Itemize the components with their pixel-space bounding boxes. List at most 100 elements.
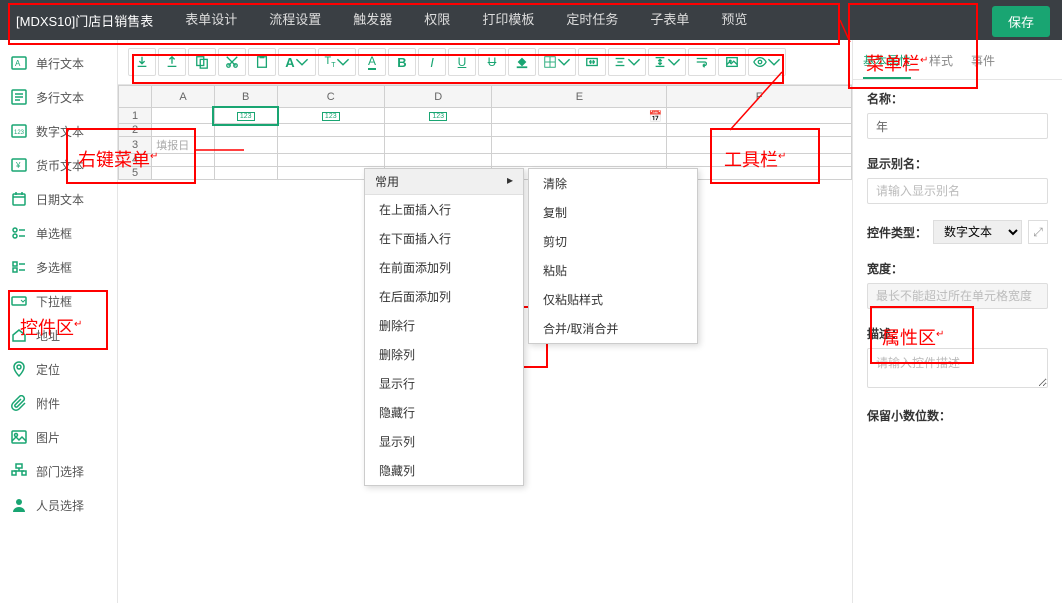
- cell[interactable]: [277, 137, 384, 154]
- ctrl-image[interactable]: 图片: [0, 420, 117, 454]
- cm-cut[interactable]: 剪切: [529, 227, 697, 256]
- cell[interactable]: [492, 124, 667, 137]
- cell[interactable]: [152, 154, 215, 167]
- cm-paste-style[interactable]: 仅粘贴样式: [529, 285, 697, 314]
- menu-print[interactable]: 打印模板: [466, 0, 550, 40]
- cell[interactable]: [667, 108, 852, 124]
- ctrl-location[interactable]: 定位: [0, 352, 117, 386]
- menu-form-design[interactable]: 表单设计: [169, 0, 253, 40]
- ctrl-radio[interactable]: 单选框: [0, 216, 117, 250]
- tool-merge[interactable]: [578, 48, 606, 76]
- corner-cell[interactable]: [119, 86, 152, 108]
- tool-valign[interactable]: [648, 48, 686, 76]
- tool-bold[interactable]: B: [388, 48, 416, 76]
- col-header-d[interactable]: D: [384, 86, 491, 108]
- cell[interactable]: [492, 154, 667, 167]
- tool-copy[interactable]: [188, 48, 216, 76]
- cm-copy[interactable]: 复制: [529, 198, 697, 227]
- cell[interactable]: [384, 137, 491, 154]
- ctrl-single-text[interactable]: A单行文本: [0, 46, 117, 80]
- save-button[interactable]: 保存: [992, 6, 1050, 37]
- tool-underline[interactable]: U: [448, 48, 476, 76]
- col-header-a[interactable]: A: [152, 86, 215, 108]
- context-menu-header[interactable]: 常用▸: [365, 169, 523, 195]
- row-header[interactable]: 1: [119, 108, 152, 124]
- ctrl-select[interactable]: 下拉框: [0, 284, 117, 318]
- cm-insert-col-after[interactable]: 在后面添加列: [365, 282, 523, 311]
- cm-paste[interactable]: 粘贴: [529, 256, 697, 285]
- menu-flow[interactable]: 流程设置: [253, 0, 337, 40]
- tab-basic[interactable]: 基本属性: [863, 44, 911, 79]
- prop-alias-input[interactable]: [867, 178, 1048, 204]
- tool-cut[interactable]: [218, 48, 246, 76]
- cell[interactable]: [384, 124, 491, 137]
- tool-halign[interactable]: [608, 48, 646, 76]
- tool-image[interactable]: [718, 48, 746, 76]
- cell[interactable]: 填报日: [152, 137, 215, 154]
- tool-paste[interactable]: [248, 48, 276, 76]
- menu-preview[interactable]: 预览: [705, 0, 763, 40]
- menu-subform[interactable]: 子表单: [634, 0, 705, 40]
- cm-show-col[interactable]: 显示列: [365, 427, 523, 456]
- ctrl-checkbox[interactable]: 多选框: [0, 250, 117, 284]
- cm-delete-col[interactable]: 删除列: [365, 340, 523, 369]
- cell[interactable]: 123: [277, 108, 384, 124]
- tool-italic[interactable]: I: [418, 48, 446, 76]
- cm-delete-row[interactable]: 删除行: [365, 311, 523, 340]
- cell[interactable]: [384, 154, 491, 167]
- cell[interactable]: [667, 137, 852, 154]
- cell[interactable]: [214, 137, 277, 154]
- cm-clear[interactable]: 清除: [529, 169, 697, 198]
- col-header-b[interactable]: B: [214, 86, 277, 108]
- tab-event[interactable]: 事件: [971, 44, 995, 79]
- tool-strike[interactable]: U: [478, 48, 506, 76]
- tool-wrap[interactable]: [688, 48, 716, 76]
- tool-fontsize[interactable]: TT: [318, 48, 356, 76]
- row-header[interactable]: 4: [119, 154, 152, 167]
- cell[interactable]: 📅: [492, 108, 667, 124]
- row-header[interactable]: 5: [119, 167, 152, 180]
- ctrl-date[interactable]: 日期文本: [0, 182, 117, 216]
- tool-font[interactable]: A: [278, 48, 316, 76]
- cm-insert-col-before[interactable]: 在前面添加列: [365, 253, 523, 282]
- ctrl-number[interactable]: 123数字文本: [0, 114, 117, 148]
- tool-export[interactable]: [158, 48, 186, 76]
- row-header[interactable]: 3: [119, 137, 152, 154]
- cm-insert-row-below[interactable]: 在下面插入行: [365, 224, 523, 253]
- cell[interactable]: [152, 108, 215, 124]
- cell[interactable]: [667, 124, 852, 137]
- cell[interactable]: [152, 124, 215, 137]
- cell[interactable]: [277, 124, 384, 137]
- lock-icon[interactable]: ⤢: [1028, 220, 1048, 244]
- ctrl-department[interactable]: 部门选择: [0, 454, 117, 488]
- cell[interactable]: 123: [214, 108, 277, 124]
- cm-merge[interactable]: 合并/取消合并: [529, 314, 697, 343]
- col-header-c[interactable]: C: [277, 86, 384, 108]
- ctrl-address[interactable]: 地址: [0, 318, 117, 352]
- col-header-f[interactable]: F: [667, 86, 852, 108]
- col-header-e[interactable]: E: [492, 86, 667, 108]
- cell[interactable]: [214, 124, 277, 137]
- tool-import[interactable]: [128, 48, 156, 76]
- cm-hide-col[interactable]: 隐藏列: [365, 456, 523, 485]
- cell[interactable]: 123: [384, 108, 491, 124]
- ctrl-person[interactable]: 人员选择: [0, 488, 117, 522]
- menu-trigger[interactable]: 触发器: [337, 0, 408, 40]
- prop-name-input[interactable]: [867, 113, 1048, 139]
- cell[interactable]: [667, 154, 852, 167]
- menu-schedule[interactable]: 定时任务: [550, 0, 634, 40]
- cell[interactable]: [492, 137, 667, 154]
- tool-fillcolor[interactable]: [508, 48, 536, 76]
- menu-permission[interactable]: 权限: [408, 0, 466, 40]
- cm-hide-row[interactable]: 隐藏行: [365, 398, 523, 427]
- prop-type-select[interactable]: 数字文本: [933, 220, 1022, 244]
- prop-desc-input[interactable]: [867, 348, 1048, 388]
- ctrl-attachment[interactable]: 附件: [0, 386, 117, 420]
- cell[interactable]: [214, 154, 277, 167]
- tool-border[interactable]: [538, 48, 576, 76]
- prop-width-input[interactable]: [867, 283, 1048, 309]
- row-header[interactable]: 2: [119, 124, 152, 137]
- cell[interactable]: [152, 167, 215, 180]
- cell[interactable]: [277, 154, 384, 167]
- tool-fontcolor[interactable]: A: [358, 48, 386, 76]
